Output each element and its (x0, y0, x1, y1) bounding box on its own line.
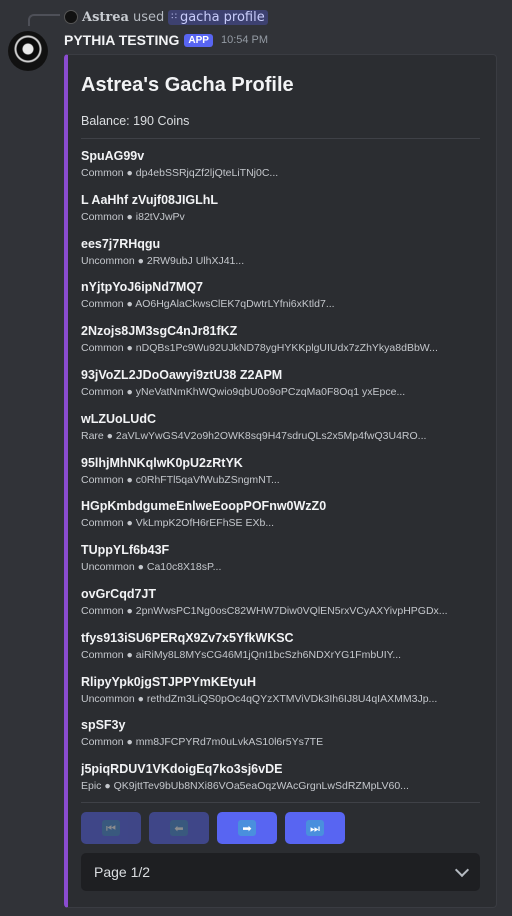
list-item: 2Nzojs8JM3sgC4nJr81fKZ Common ● nDQBs1Pc9… (81, 323, 481, 367)
message-header: PYTHIA TESTING APP 10:54 PM (64, 31, 268, 49)
item-name: tfys913iSU6PERqX9Zv7x5YfkWKSC (81, 630, 294, 645)
item-rarity-id: Uncommon ● Ca10c8X18sP... (81, 561, 222, 574)
item-name: HGpKmbdgumeEnlweEoopPOFnw0WzZ0 (81, 499, 327, 514)
command-name: gacha profile (179, 9, 265, 25)
item-name: L AaHhf zVujf08JIGLhL (81, 192, 219, 207)
chevron-down-icon (454, 862, 470, 878)
list-item: wLZUoLUdC Rare ● 2aVLwYwGS4V2o9h2OWK8sq9H… (81, 411, 481, 455)
item-name: nYjtpYoJ6ipNd7MQ7 (81, 280, 204, 295)
item-name: 2Nzojs8JM3sgC4nJr81fKZ (81, 324, 238, 339)
item-name: RlipyYpk0jgSTJPPYmKEtyuH (81, 674, 257, 689)
item-rarity-id: Common ● dp4ebSSRjqZf2ljQteLiTNj0C... (81, 167, 279, 179)
item-name: j5piqRDUV1VKdoigEq7ko3sj6vDE (81, 762, 283, 777)
item-rarity-id: Uncommon ● 2RW9ubJ UlhXJ41... (81, 254, 245, 267)
item-rarity-id: Epic ● QK9jttTev9bUb8NXi86VOa5eaOqzWAcGr… (81, 780, 409, 793)
first-page-button[interactable]: ⏮ (81, 812, 141, 844)
item-rarity-id: Common ● 2pnWwsPC1Ng0osC82WHW7Diw0VQlEN5… (81, 604, 448, 617)
item-name: wLZUoLUdC (81, 411, 156, 426)
item-rarity-id: Common ● i82tVJwPv (81, 210, 185, 223)
item-rarity-id: Common ● aiRiMy8L8MYsCG46M1jQnI1bcSzh6ND… (81, 648, 402, 661)
item-rarity-id: Uncommon ● rethdZm3LiQS0pOc4qQYzXTMViVDk… (81, 692, 438, 705)
right-arrow-icon: ➡ (238, 820, 256, 836)
item-name: 95lhjMhNKqlwK0pU2zRtYK (81, 455, 243, 470)
left-arrow-icon: ⬅ (170, 820, 188, 836)
item-rarity-id: Rare ● 2aVLwYwGS4V2o9h2OWK8sq9H47sdruQLs… (81, 429, 427, 442)
embed-divider (81, 138, 480, 139)
item-name: SpuAG99v (81, 149, 145, 163)
reply-context: Astrea used ∷ gacha profile (64, 7, 268, 27)
list-item: j5piqRDUV1VKdoigEq7ko3sj6vDE Epic ● QK9jt… (81, 761, 481, 805)
item-name: spSF3y (81, 718, 126, 733)
next-page-button[interactable]: ➡ (217, 812, 277, 844)
pagination-buttons: ⏮ ⬅ ➡ ⏭ (81, 812, 345, 844)
item-name: ovGrCqd7JT (81, 586, 157, 601)
gacha-profile-embed: Astrea's Gacha Profile Balance: 190 Coin… (64, 54, 497, 908)
item-list: SpuAG99v Common ● dp4ebSSRjqZf2ljQteLiTNj… (81, 148, 481, 805)
reply-user-name[interactable]: Astrea (82, 10, 129, 25)
reply-connector (28, 14, 60, 26)
list-item: TUppYLf6b43F Uncommon ● Ca10c8X18sP... (81, 542, 481, 586)
embed-divider-bottom (81, 802, 480, 803)
embed-title: Astrea's Gacha Profile (81, 74, 294, 96)
app-badge: APP (184, 33, 213, 47)
balance-text: Balance: 190 Coins (81, 114, 190, 128)
item-rarity-id: Common ● c0RhFTl5qaVfWubZSngmNT... (81, 473, 280, 486)
list-item: spSF3y Common ● mm8JFCPYRd7m0uLvkAS10l6r5… (81, 717, 481, 761)
list-item: 93jVoZL2JDoOawyi9ztU38 Z2APM Common ● yNe… (81, 367, 481, 411)
list-item: nYjtpYoJ6ipNd7MQ7 Common ● AO6HgAlaCkwsCl… (81, 279, 481, 323)
bot-avatar[interactable] (8, 31, 48, 71)
last-page-icon: ⏭ (306, 820, 324, 836)
slash-command-icon: ∷ (171, 12, 177, 22)
list-item: L AaHhf zVujf08JIGLhL Common ● i82tVJwPv (81, 192, 481, 236)
item-rarity-id: Common ● nDQBs1Pc9Wu92UJkND78ygHYKKplgUI… (81, 342, 438, 355)
item-name: 93jVoZL2JDoOawyi9ztU38 Z2APM (81, 367, 283, 382)
message-timestamp: 10:54 PM (220, 34, 269, 46)
previous-page-button[interactable]: ⬅ (149, 812, 209, 844)
item-name: TUppYLf6b43F (81, 543, 170, 558)
reply-action: used (132, 9, 165, 25)
list-item: SpuAG99v Common ● dp4ebSSRjqZf2ljQteLiTNj… (81, 148, 481, 192)
list-item: tfys913iSU6PERqX9Zv7x5YfkWKSC Common ● ai… (81, 630, 481, 674)
list-item: 95lhjMhNKqlwK0pU2zRtYK Common ● c0RhFTl5q… (81, 455, 481, 499)
item-name: ees7j7RHqgu (81, 236, 161, 251)
item-rarity-id: Common ● yNeVatNmKhWQwio9qbU0o9oPCzqMa0F… (81, 385, 406, 398)
item-rarity-id: Common ● VkLmpK2OfH6rEFhSE EXb... (81, 517, 275, 530)
command-mention[interactable]: ∷ gacha profile (168, 9, 268, 25)
page-select[interactable]: Page 1/2 (81, 853, 480, 891)
list-item: RlipyYpk0jgSTJPPYmKEtyuH Uncommon ● rethd… (81, 674, 481, 718)
bot-name[interactable]: PYTHIA TESTING (64, 32, 179, 48)
last-page-button[interactable]: ⏭ (285, 812, 345, 844)
list-item: HGpKmbdgumeEnlweEoopPOFnw0WzZ0 Common ● V… (81, 498, 481, 542)
reply-user-avatar[interactable] (64, 10, 78, 24)
item-rarity-id: Common ● AO6HgAlaCkwsClEK7qDwtrLYfni6xKt… (81, 298, 335, 311)
page-select-value: Page 1/2 (94, 864, 151, 880)
item-rarity-id: Common ● mm8JFCPYRd7m0uLvkAS10l6r5Ys7TE (81, 736, 324, 749)
first-page-icon: ⏮ (102, 820, 120, 836)
list-item: ees7j7RHqgu Uncommon ● 2RW9ubJ UlhXJ41... (81, 236, 481, 280)
list-item: ovGrCqd7JT Common ● 2pnWwsPC1Ng0osC82WHW7… (81, 586, 481, 630)
